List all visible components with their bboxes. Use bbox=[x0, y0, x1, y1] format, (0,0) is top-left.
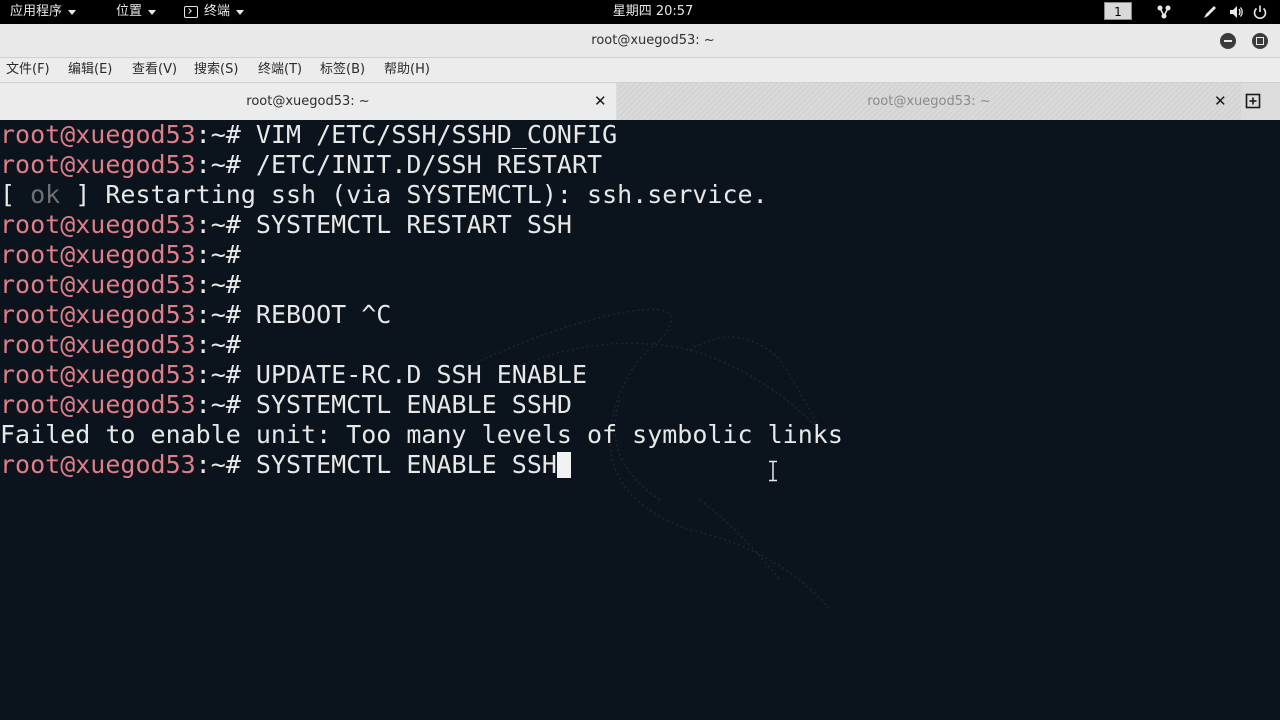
tab-terminal-1[interactable]: root@xuegod53: ~ ✕ bbox=[0, 83, 616, 120]
terminal-line: root@xuegod53:~# VIM /ETC/SSH/SSHD_CONFI… bbox=[0, 120, 1280, 150]
terminal-line: root@xuegod53:~# SYSTEMCTL ENABLE SSHD bbox=[0, 390, 1280, 420]
prompt-suffix: :~# bbox=[195, 120, 256, 149]
command-text: /ETC/INIT.D/SSH RESTART bbox=[255, 150, 603, 179]
tab-close-button[interactable]: ✕ bbox=[1214, 83, 1227, 120]
status-ok: ok bbox=[30, 180, 61, 209]
output-text: Failed to enable unit: Too many levels o… bbox=[0, 420, 843, 449]
menu-terminal[interactable]: 终端(T) bbox=[258, 58, 302, 82]
prompt-user: root@xuegod53 bbox=[0, 330, 196, 359]
window-title: root@xuegod53: ~ bbox=[591, 33, 715, 48]
prompt-user: root@xuegod53 bbox=[0, 120, 196, 149]
command-text: UPDATE-RC.D SSH ENABLE bbox=[255, 360, 588, 389]
prompt-suffix: :~# bbox=[195, 210, 256, 239]
block-cursor bbox=[556, 452, 571, 478]
volume-icon[interactable] bbox=[1228, 4, 1244, 20]
prompt-suffix: :~# bbox=[195, 300, 256, 329]
tab-label: root@xuegod53: ~ bbox=[867, 94, 991, 109]
command-text: SYSTEMCTL RESTART SSH bbox=[255, 210, 572, 239]
command-text: SYSTEMCTL ENABLE SSHD bbox=[255, 390, 572, 419]
text-cursor-icon bbox=[769, 460, 777, 482]
menu-view[interactable]: 查看(V) bbox=[132, 58, 177, 82]
top-panel: 应用程序 位置 终端 星期四 20:57 1 bbox=[0, 0, 1280, 24]
tab-bar: root@xuegod53: ~ ✕ root@xuegod53: ~ ✕ bbox=[0, 82, 1280, 120]
menu-tags[interactable]: 标签(B) bbox=[320, 58, 365, 82]
status-open-bracket: [ bbox=[0, 180, 31, 209]
prompt-suffix: :~# bbox=[195, 330, 256, 359]
command-text: VIM /ETC/SSH/SSHD_CONFIG bbox=[255, 120, 618, 149]
new-tab-icon[interactable] bbox=[1245, 93, 1261, 109]
prompt-suffix: :~# bbox=[195, 450, 256, 479]
prompt-suffix: :~# bbox=[195, 390, 256, 419]
terminal-line: root@xuegod53:~# UPDATE-RC.D SSH ENABLE bbox=[0, 360, 1280, 390]
terminal-line: root@xuegod53:~# SYSTEMCTL ENABLE SSH bbox=[0, 450, 1280, 480]
terminal-line: root@xuegod53:~# SYSTEMCTL RESTART SSH bbox=[0, 210, 1280, 240]
prompt-user: root@xuegod53 bbox=[0, 300, 196, 329]
menubar: 文件(F) 编辑(E) 查看(V) 搜索(S) 终端(T) 标签(B) 帮助(H… bbox=[0, 58, 1280, 82]
window-titlebar[interactable]: root@xuegod53: ~ bbox=[0, 24, 1280, 58]
prompt-user: root@xuegod53 bbox=[0, 450, 196, 479]
maximize-button[interactable] bbox=[1252, 33, 1268, 49]
menu-file[interactable]: 文件(F) bbox=[6, 58, 50, 82]
prompt-user: root@xuegod53 bbox=[0, 390, 196, 419]
command-text: SYSTEMCTL ENABLE SSH bbox=[255, 450, 557, 479]
terminal-line: root@xuegod53:~# bbox=[0, 270, 1280, 300]
prompt-suffix: :~# bbox=[195, 360, 256, 389]
tab-label: root@xuegod53: ~ bbox=[246, 94, 370, 109]
prompt-suffix: :~# bbox=[195, 240, 256, 269]
command-text: REBOOT ^C bbox=[255, 300, 392, 329]
power-icon[interactable] bbox=[1252, 4, 1268, 20]
terminal-line: Failed to enable unit: Too many levels o… bbox=[0, 420, 1280, 450]
clock[interactable]: 星期四 20:57 bbox=[0, 0, 1280, 24]
menu-search[interactable]: 搜索(S) bbox=[194, 58, 238, 82]
prompt-user: root@xuegod53 bbox=[0, 360, 196, 389]
network-icon[interactable] bbox=[1156, 4, 1172, 20]
menu-help[interactable]: 帮助(H) bbox=[384, 58, 430, 82]
terminal-line: root@xuegod53:~# bbox=[0, 240, 1280, 270]
menu-edit[interactable]: 编辑(E) bbox=[68, 58, 112, 82]
terminal-line: root@xuegod53:~# REBOOT ^C bbox=[0, 300, 1280, 330]
tab-terminal-2[interactable]: root@xuegod53: ~ ✕ bbox=[617, 83, 1241, 120]
prompt-user: root@xuegod53 bbox=[0, 150, 196, 179]
terminal-output: root@xuegod53:~# VIM /ETC/SSH/SSHD_CONFI… bbox=[0, 120, 1280, 480]
prompt-suffix: :~# bbox=[195, 270, 256, 299]
terminal-scrollbar[interactable] bbox=[1272, 120, 1280, 720]
prompt-suffix: :~# bbox=[195, 150, 256, 179]
terminal-line: root@xuegod53:~# /ETC/INIT.D/SSH RESTART bbox=[0, 150, 1280, 180]
terminal-line: [ ok ] Restarting ssh (via SYSTEMCTL): s… bbox=[0, 180, 1280, 210]
minimize-button[interactable] bbox=[1220, 33, 1236, 49]
workspace-indicator[interactable]: 1 bbox=[1104, 2, 1132, 20]
terminal-line: root@xuegod53:~# bbox=[0, 330, 1280, 360]
tab-close-button[interactable]: ✕ bbox=[594, 83, 607, 120]
prompt-user: root@xuegod53 bbox=[0, 270, 196, 299]
terminal-area[interactable]: root@xuegod53:~# VIM /ETC/SSH/SSHD_CONFI… bbox=[0, 120, 1280, 720]
prompt-user: root@xuegod53 bbox=[0, 210, 196, 239]
pen-icon[interactable] bbox=[1202, 4, 1218, 20]
prompt-user: root@xuegod53 bbox=[0, 240, 196, 269]
output-text: ] Restarting ssh (via SYSTEMCTL): ssh.se… bbox=[60, 180, 768, 209]
